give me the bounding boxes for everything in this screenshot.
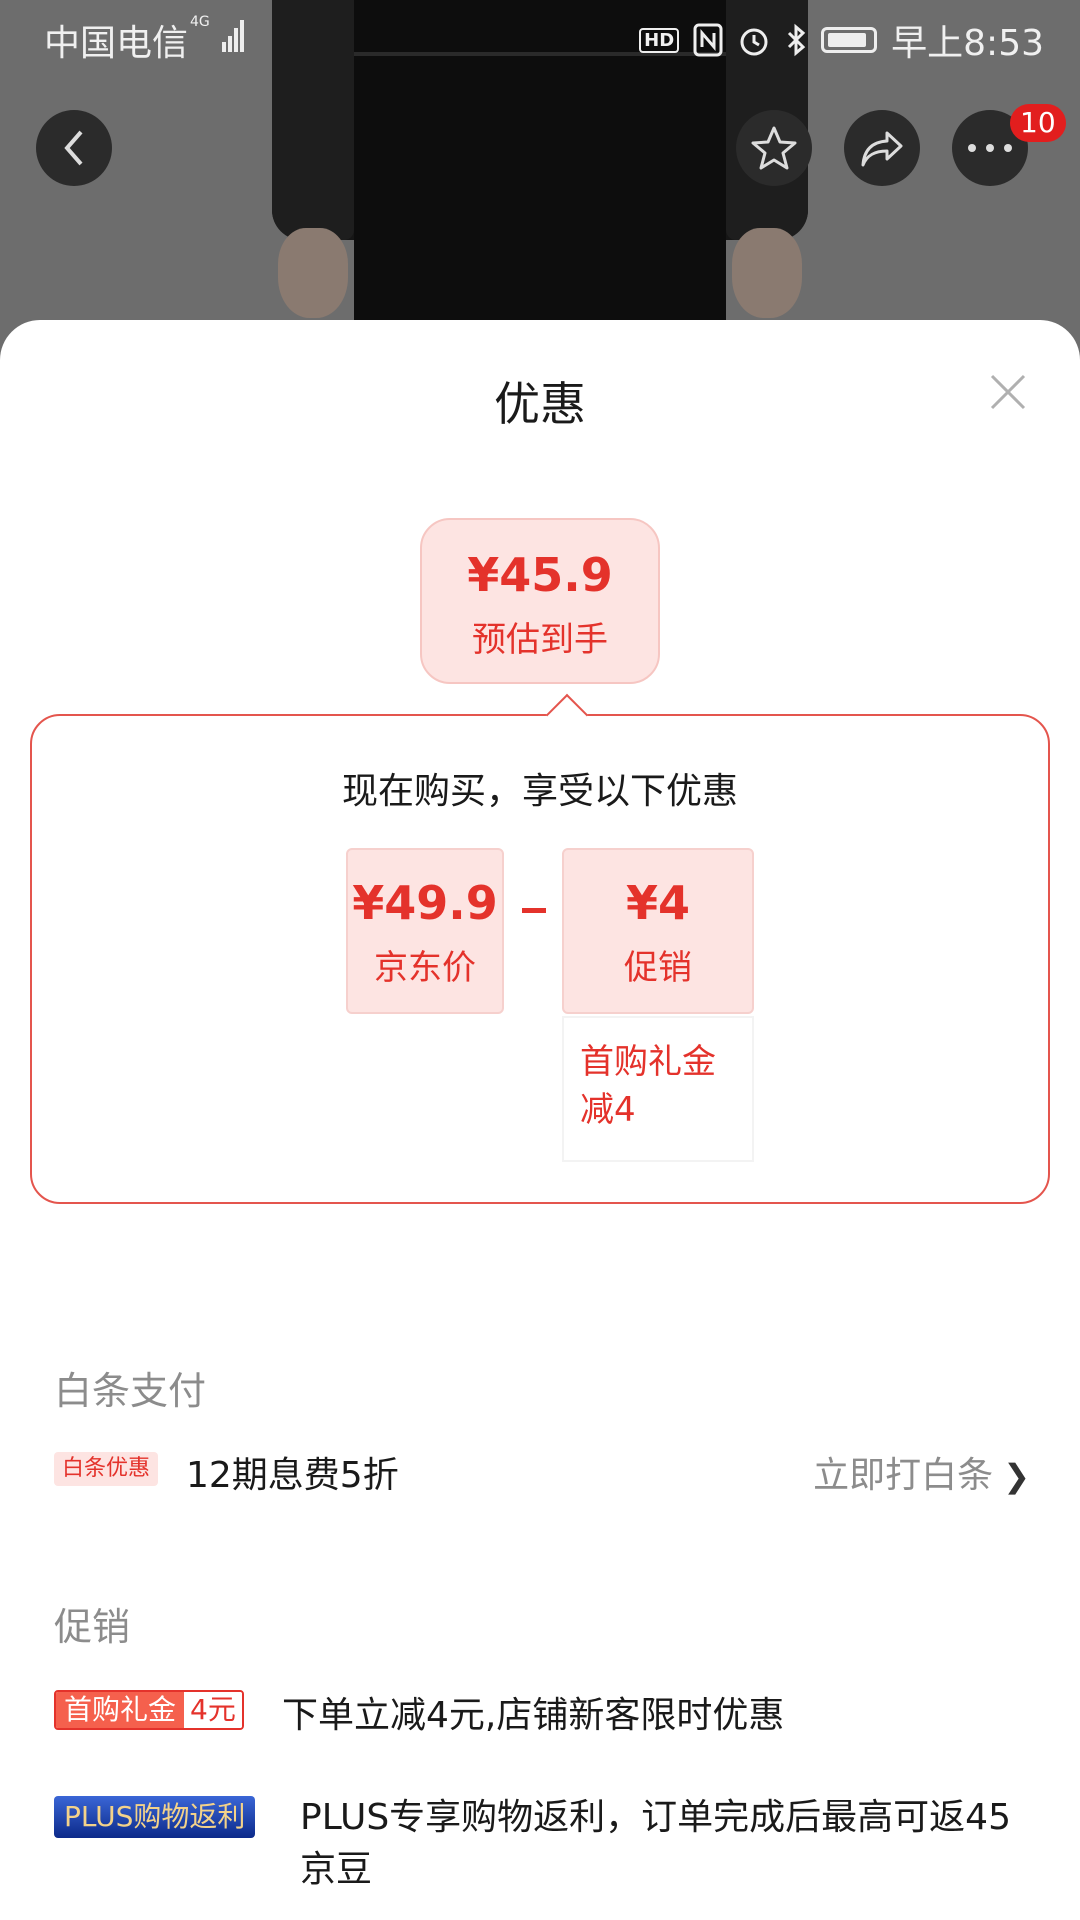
chevron-left-icon bbox=[64, 130, 83, 166]
estimated-price: ¥45.9 bbox=[467, 548, 613, 602]
jd-price: ¥49.9 bbox=[352, 876, 498, 930]
promo-amount: ¥4 bbox=[625, 876, 690, 930]
promotion-section-title: 促销 bbox=[54, 1605, 131, 1649]
signal-icon bbox=[222, 20, 244, 52]
card-pointer bbox=[545, 693, 589, 737]
estimated-label: 预估到手 bbox=[472, 620, 608, 660]
baitiao-action-label: 立即打白条 bbox=[813, 1455, 994, 1496]
baitiao-tag: 白条优惠 bbox=[54, 1452, 159, 1486]
clock: 早上8:53 bbox=[891, 23, 1044, 64]
share-icon bbox=[861, 131, 903, 167]
first-purchase-tag: 首购礼金 4元 bbox=[54, 1690, 244, 1730]
baitiao-section-title: 白条支付 bbox=[54, 1369, 207, 1413]
star-icon bbox=[751, 126, 797, 170]
bluetooth-icon bbox=[788, 23, 806, 57]
favorite-button[interactable] bbox=[736, 110, 812, 186]
promo-tile: ¥4 促销 bbox=[562, 848, 754, 1014]
first-purchase-text: 下单立减4元,店铺新客限时优惠 bbox=[282, 1695, 785, 1736]
status-bar: 中国电信 4G HD 早上8:53 bbox=[0, 0, 1080, 72]
back-button[interactable] bbox=[36, 110, 112, 186]
promo-label: 促销 bbox=[624, 948, 692, 988]
notification-badge: 10 bbox=[1010, 104, 1066, 142]
plus-rebate-text: PLUS专享购物返利，订单完成后最高可返45京豆 bbox=[300, 1797, 1011, 1890]
estimated-price-box: ¥45.9 预估到手 bbox=[420, 518, 660, 684]
minus-sign bbox=[522, 908, 546, 913]
hd-icon: HD bbox=[639, 27, 680, 53]
carrier-label: 中国电信 bbox=[44, 23, 189, 64]
jd-price-tile: ¥49.9 京东价 bbox=[346, 848, 504, 1014]
model-right-hand bbox=[732, 228, 802, 318]
first-purchase-tag-label: 首购礼金 bbox=[56, 1692, 185, 1728]
discount-sheet: 优惠 ¥45.9 预估到手 现在购买，享受以下优惠 ¥49.9 京东价 ¥4 促… bbox=[0, 320, 1080, 1920]
breakdown-heading: 现在购买，享受以下优惠 bbox=[341, 771, 738, 812]
jd-price-label: 京东价 bbox=[374, 948, 476, 988]
alarm-icon bbox=[740, 28, 768, 56]
baitiao-action[interactable]: 立即打白条 ❯ bbox=[813, 1446, 1030, 1498]
price-breakdown-card: 现在购买，享受以下优惠 ¥49.9 京东价 ¥4 促销 首购礼金减4 bbox=[30, 693, 1050, 1204]
network-type: 4G bbox=[190, 14, 210, 30]
sheet-title: 优惠 bbox=[494, 377, 586, 431]
share-button[interactable] bbox=[844, 110, 920, 186]
baitiao-text: 12期息费5折 bbox=[186, 1455, 399, 1496]
chevron-right-icon: ❯ bbox=[1003, 1457, 1030, 1495]
close-icon[interactable] bbox=[986, 370, 1030, 414]
nfc-icon bbox=[693, 23, 723, 57]
plus-rebate-tag: PLUS购物返利 bbox=[54, 1796, 256, 1838]
first-purchase-tag-amount: 4元 bbox=[184, 1692, 242, 1728]
promo-detail: 首购礼金减4 bbox=[562, 1016, 754, 1162]
more-dots-icon bbox=[968, 144, 1012, 152]
model-left-hand bbox=[278, 228, 348, 318]
battery-icon bbox=[821, 27, 878, 53]
